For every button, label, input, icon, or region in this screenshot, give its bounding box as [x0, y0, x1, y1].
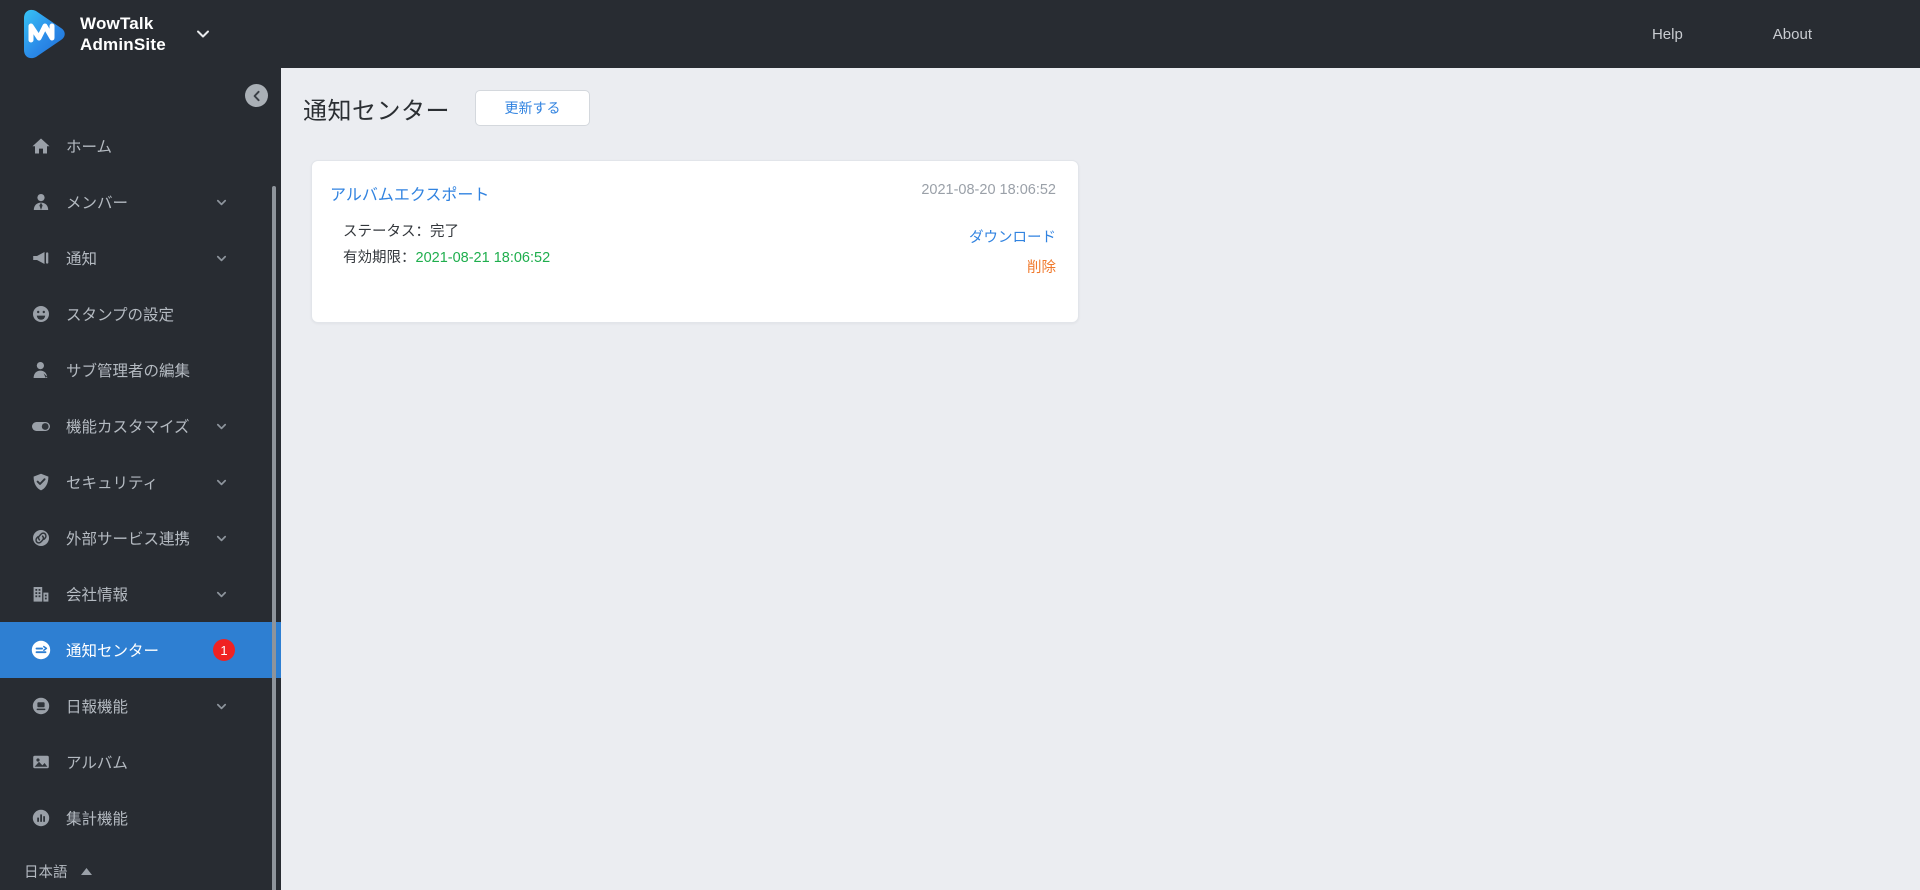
- chevron-left-icon: [253, 90, 260, 101]
- notification-title-link[interactable]: アルバムエクスポート: [330, 181, 489, 205]
- sidebar-scrollbar[interactable]: [272, 186, 276, 890]
- sidebar-item-label: メンバー: [66, 195, 129, 212]
- expiry-label: 有効期限：: [343, 250, 416, 266]
- chevron-down-icon[interactable]: [214, 531, 228, 545]
- sidebar-item-album[interactable]: アルバム: [0, 734, 281, 790]
- smiley-icon: [30, 303, 52, 325]
- chevron-down-icon[interactable]: [214, 251, 228, 265]
- wowtalk-logo-icon: [14, 6, 70, 62]
- notification-list: アルバムエクスポート 2021-08-20 18:06:52 ステータス：完了 …: [281, 126, 1920, 323]
- sidebar-item-stamp-settings[interactable]: スタンプの設定: [0, 286, 281, 342]
- brand-line-2: AdminSite: [80, 35, 166, 54]
- sidebar-item-label: スタンプの設定: [66, 307, 175, 324]
- sidebar-item-label: 日報機能: [66, 699, 129, 716]
- refresh-button[interactable]: 更新する: [475, 90, 590, 126]
- sidebar-item-label: サブ管理者の編集: [66, 363, 191, 380]
- language-label: 日本語: [24, 865, 68, 881]
- sidebar-item-label: 外部サービス連携: [66, 531, 191, 548]
- chart-icon: [30, 807, 52, 829]
- chevron-down-icon[interactable]: [214, 475, 228, 489]
- triangle-up-icon: [80, 864, 93, 880]
- page-title: 通知センター: [303, 97, 450, 125]
- sidebar-item-security[interactable]: セキュリティ: [0, 454, 281, 510]
- notification-center-icon: [30, 639, 52, 661]
- toggle-icon: [30, 415, 52, 437]
- sidebar-item-label: 会社情報: [66, 587, 129, 604]
- sidebar-item-members[interactable]: メンバー: [0, 174, 281, 230]
- language-selector[interactable]: 日本語: [24, 861, 93, 882]
- chevron-down-icon[interactable]: [194, 25, 212, 43]
- brand-title: WowTalk AdminSite: [80, 13, 166, 55]
- chevron-down-icon[interactable]: [214, 195, 228, 209]
- sidebar-item-label: 通知: [66, 251, 98, 268]
- sidebar-item-label: 機能カスタマイズ: [66, 419, 190, 436]
- megaphone-icon: [30, 247, 52, 269]
- top-header-bar: WowTalk AdminSite Help About: [0, 0, 1920, 68]
- about-link[interactable]: About: [1773, 26, 1812, 43]
- sidebar-item-label: 通知センター: [66, 643, 160, 660]
- notification-badge: 1: [213, 639, 235, 661]
- sidebar-item-label: ホーム: [66, 139, 113, 156]
- notification-body: ステータス：完了 有効期限：2021-08-21 18:06:52: [330, 205, 1054, 271]
- sidebar-item-label: アルバム: [66, 755, 128, 772]
- sidebar-item-notification-center[interactable]: 通知センター 1: [0, 622, 281, 678]
- delete-link[interactable]: 削除: [969, 255, 1056, 281]
- user-edit-icon: [30, 359, 52, 381]
- sidebar-item-feature-customize[interactable]: 機能カスタマイズ: [0, 398, 281, 454]
- brand-area[interactable]: WowTalk AdminSite: [0, 6, 212, 62]
- download-link[interactable]: ダウンロード: [969, 225, 1056, 251]
- main-content: 通知センター 更新する アルバムエクスポート 2021-08-20 18:06:…: [281, 68, 1920, 890]
- link-icon: [30, 527, 52, 549]
- notification-card: アルバムエクスポート 2021-08-20 18:06:52 ステータス：完了 …: [311, 160, 1079, 323]
- sidebar-item-sub-admin-edit[interactable]: サブ管理者の編集: [0, 342, 281, 398]
- sidebar-item-daily-report[interactable]: 日報機能: [0, 678, 281, 734]
- sidebar-item-label: 集計機能: [66, 811, 129, 828]
- image-icon: [30, 751, 52, 773]
- notification-actions: ダウンロード 削除: [969, 225, 1056, 281]
- user-icon: [30, 191, 52, 213]
- sidebar-item-label: セキュリティ: [66, 475, 159, 492]
- sidebar-item-external-service[interactable]: 外部サービス連携: [0, 510, 281, 566]
- sidebar-item-statistics[interactable]: 集計機能: [0, 790, 281, 846]
- sidebar-collapse-button[interactable]: [245, 84, 268, 107]
- chevron-down-icon[interactable]: [214, 419, 228, 433]
- report-icon: [30, 695, 52, 717]
- sidebar-item-home[interactable]: ホーム: [0, 118, 281, 174]
- notification-expiry-row: 有効期限：2021-08-21 18:06:52: [343, 245, 1054, 271]
- notification-timestamp: 2021-08-20 18:06:52: [921, 182, 1056, 198]
- sidebar-item-company-info[interactable]: 会社情報: [0, 566, 281, 622]
- page-header: 通知センター 更新する: [281, 68, 1920, 126]
- chevron-down-icon[interactable]: [214, 699, 228, 713]
- sidebar-menu: ホーム メンバー 通知 スタンプの設定 サブ管理者の編集 機能カスタマイズ セキ…: [0, 68, 281, 846]
- top-nav: Help About: [1562, 26, 1920, 43]
- chevron-down-icon[interactable]: [214, 587, 228, 601]
- sidebar: ホーム メンバー 通知 スタンプの設定 サブ管理者の編集 機能カスタマイズ セキ…: [0, 68, 281, 890]
- expiry-value: 2021-08-21 18:06:52: [415, 250, 551, 266]
- building-icon: [30, 583, 52, 605]
- sidebar-scroll-area: ホーム メンバー 通知 スタンプの設定 サブ管理者の編集 機能カスタマイズ セキ…: [0, 68, 281, 852]
- shield-check-icon: [30, 471, 52, 493]
- notification-status-row: ステータス：完了: [343, 224, 459, 240]
- brand-line-1: WowTalk: [80, 14, 154, 33]
- help-link[interactable]: Help: [1652, 26, 1683, 43]
- sidebar-item-notifications[interactable]: 通知: [0, 230, 281, 286]
- home-icon: [30, 135, 52, 157]
